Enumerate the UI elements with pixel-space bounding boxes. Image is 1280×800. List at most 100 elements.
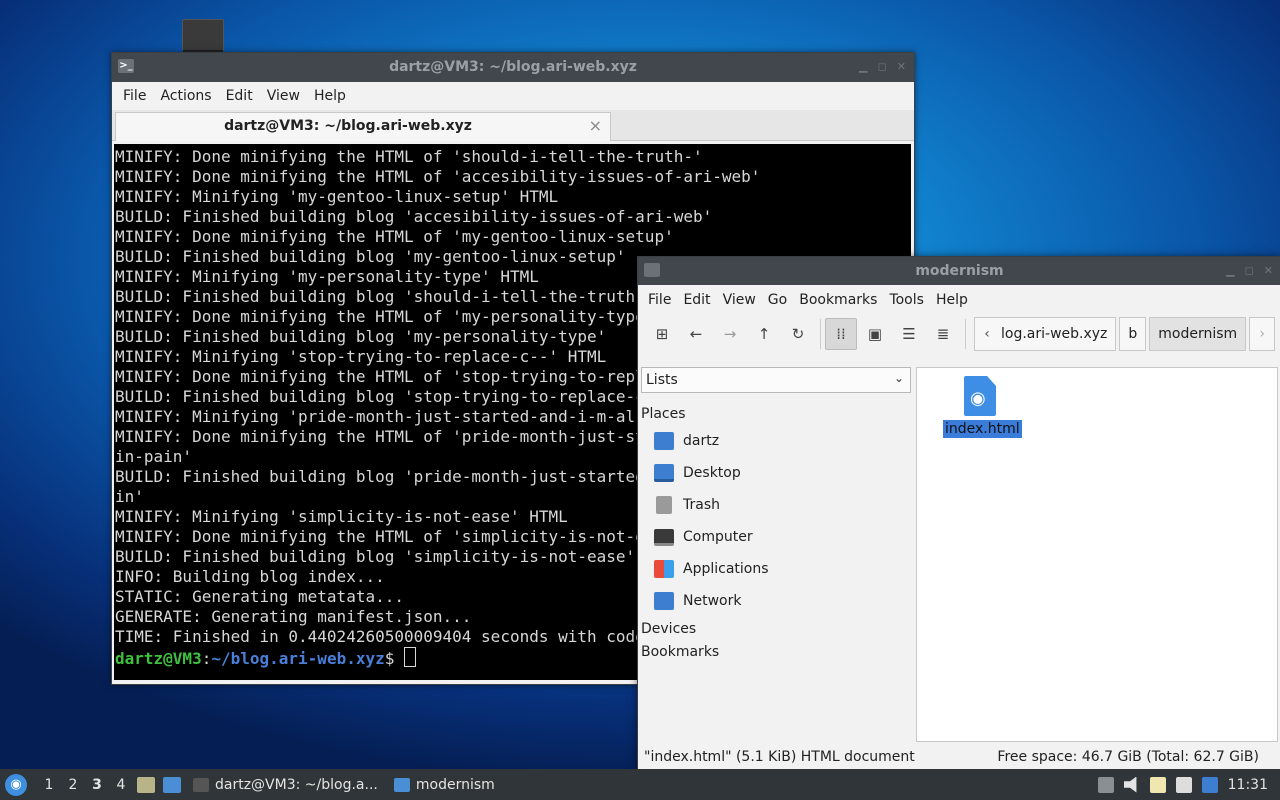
status-selection-info: "index.html" (5.1 KiB) HTML document	[644, 749, 915, 765]
terminal-line: in-pain'	[115, 447, 193, 466]
terminal-line: MINIFY: Done minifying the HTML of 'shou…	[115, 147, 703, 166]
terminal-line: BUILD: Finished building blog 'should-i-…	[115, 287, 655, 306]
breadcrumb-item-current[interactable]: modernism	[1149, 317, 1247, 351]
terminal-line: MINIFY: Done minifying the HTML of 'my-p…	[115, 307, 655, 326]
terminal-line: MINIFY: Minifying 'simplicity-is-not-eas…	[115, 507, 568, 526]
minimize-icon[interactable]: ▁	[859, 60, 867, 73]
side-pane-mode-select[interactable]: Lists ⌄	[641, 367, 911, 393]
network-status-icon[interactable]	[1175, 776, 1192, 793]
workspace-2[interactable]: 2	[61, 777, 85, 793]
network-icon	[654, 592, 674, 610]
workspace-4[interactable]: 4	[109, 777, 133, 793]
terminal-cursor[interactable]	[404, 647, 416, 667]
file-cabinet-icon[interactable]	[137, 776, 155, 793]
prompt-separator: :	[201, 649, 212, 668]
bookmarks-heading[interactable]: Bookmarks	[641, 644, 719, 660]
maximize-icon[interactable]: ◻	[878, 60, 887, 73]
breadcrumb-item[interactable]: b	[1119, 317, 1147, 351]
tab-close-icon[interactable]: ×	[589, 116, 602, 135]
icon-view-icon[interactable]: ⁞⁞	[825, 318, 857, 350]
folder-icon	[393, 777, 410, 792]
close-icon[interactable]: ✕	[897, 60, 906, 73]
terminal-line: MINIFY: Minifying 'my-gentoo-linux-setup…	[115, 187, 559, 206]
desktop-computer-icon[interactable]	[182, 19, 224, 54]
up-arrow-icon[interactable]: ↑	[748, 318, 780, 350]
menu-actions[interactable]: Actions	[153, 88, 218, 104]
menu-file[interactable]: File	[116, 88, 153, 104]
terminal-line: MINIFY: Minifying 'pride-month-just-star…	[115, 407, 693, 426]
menu-file[interactable]: File	[642, 292, 677, 308]
terminal-line: INFO: Building blog index...	[115, 567, 385, 586]
eject-icon[interactable]	[1097, 776, 1114, 793]
menu-edit[interactable]: Edit	[219, 88, 260, 104]
sidebar-item-computer[interactable]: Computer	[654, 523, 753, 551]
close-icon[interactable]: ✕	[1264, 264, 1273, 277]
terminal-line: TIME: Finished in 0.44024260500009404 se…	[115, 627, 665, 646]
html-globe-icon[interactable]	[964, 376, 996, 416]
desktop-icon	[654, 464, 674, 482]
sidebar-item-home[interactable]: dartz	[654, 427, 719, 455]
terminal-line: MINIFY: Done minifying the HTML of 'my-g…	[115, 227, 674, 246]
file-view[interactable]: index.html	[916, 367, 1278, 742]
sidebar-item-applications[interactable]: Applications	[654, 555, 769, 583]
menu-view[interactable]: View	[260, 88, 307, 104]
system-tray: 11:31	[1097, 769, 1280, 800]
breadcrumb-scroll-right-icon[interactable]: ›	[1249, 317, 1276, 351]
workspace-1[interactable]: 1	[37, 777, 61, 793]
sidebar-item-network[interactable]: Network	[654, 587, 741, 615]
sidebar-item-desktop[interactable]: Desktop	[654, 459, 741, 487]
terminal-line: MINIFY: Minifying 'stop-trying-to-replac…	[115, 347, 607, 366]
clipboard-icon[interactable]	[1149, 776, 1166, 793]
chevron-down-icon: ⌄	[893, 371, 904, 385]
maximize-icon[interactable]: ◻	[1245, 264, 1254, 277]
show-desktop-icon[interactable]	[163, 776, 181, 793]
sidebar-item-trash[interactable]: Trash	[654, 491, 720, 519]
detailed-list-view-icon[interactable]: ≣	[927, 318, 959, 350]
volume-icon[interactable]	[1123, 776, 1137, 793]
new-tab-icon[interactable]: ⊞	[646, 318, 678, 350]
thumbnail-view-icon[interactable]: ▣	[859, 318, 891, 350]
file-name-selected[interactable]: index.html	[943, 420, 1022, 438]
terminal-line: BUILD: Finished building blog 'my-person…	[115, 327, 607, 346]
terminal-line: MINIFY: Minifying 'my-personality-type' …	[115, 267, 539, 286]
sidebar-item-label: Desktop	[683, 465, 741, 481]
menu-edit[interactable]: Edit	[677, 292, 716, 308]
taskbar: ◉ 1 2 3 4 dartz@VM3: ~/blog.a... moderni…	[0, 769, 1280, 800]
computer-icon	[654, 528, 674, 546]
terminal-line: MINIFY: Done minifying the HTML of 'simp…	[115, 527, 684, 546]
breadcrumb-item[interactable]: log.ari-web.xyz	[999, 317, 1117, 351]
forward-arrow-icon[interactable]: →	[714, 318, 746, 350]
minimize-icon[interactable]: ▁	[1226, 264, 1234, 277]
update-notifier-icon[interactable]	[1201, 776, 1218, 793]
home-folder-icon	[654, 432, 674, 450]
breadcrumb-scroll-left-icon[interactable]: ‹	[974, 317, 1000, 351]
menu-help[interactable]: Help	[307, 88, 353, 104]
places-heading[interactable]: Places	[641, 406, 686, 422]
menu-go[interactable]: Go	[762, 292, 793, 308]
devices-heading[interactable]: Devices	[641, 621, 696, 637]
file-manager-titlebar[interactable]: modernism ▁ ◻ ✕	[638, 257, 1280, 285]
compact-view-icon[interactable]: ☰	[893, 318, 925, 350]
task-file-manager[interactable]: modernism	[386, 769, 503, 800]
terminal-icon	[193, 777, 209, 792]
prompt-user: dartz@VM3	[115, 649, 202, 668]
file-manager-toolbar: ⊞ ← → ↑ ↻ ⁞⁞ ▣ ☰ ≣ ‹ log.ari-web.xyz b m…	[638, 314, 1280, 354]
menu-bookmarks[interactable]: Bookmarks	[793, 292, 883, 308]
clock[interactable]: 11:31	[1228, 777, 1268, 793]
task-terminal[interactable]: dartz@VM3: ~/blog.a...	[185, 769, 386, 800]
start-menu-icon[interactable]: ◉	[5, 773, 27, 796]
terminal-line: BUILD: Finished building blog 'my-gentoo…	[115, 247, 626, 266]
terminal-titlebar[interactable]: >_ dartz@VM3: ~/blog.ari-web.xyz ▁ ◻ ✕	[112, 53, 914, 82]
terminal-menubar: File Actions Edit View Help	[112, 82, 914, 110]
menu-view[interactable]: View	[717, 292, 762, 308]
terminal-tab[interactable]: dartz@VM3: ~/blog.ari-web.xyz ×	[115, 112, 611, 141]
terminal-line: MINIFY: Done minifying the HTML of 'stop…	[115, 367, 722, 386]
tab-title: dartz@VM3: ~/blog.ari-web.xyz	[224, 118, 472, 134]
menu-help[interactable]: Help	[930, 292, 974, 308]
trash-icon	[656, 496, 672, 514]
reload-icon[interactable]: ↻	[782, 318, 814, 350]
terminal-line: BUILD: Finished building blog 'accesibil…	[115, 207, 713, 226]
workspace-3[interactable]: 3	[85, 777, 109, 793]
back-arrow-icon[interactable]: ←	[680, 318, 712, 350]
menu-tools[interactable]: Tools	[883, 292, 930, 308]
